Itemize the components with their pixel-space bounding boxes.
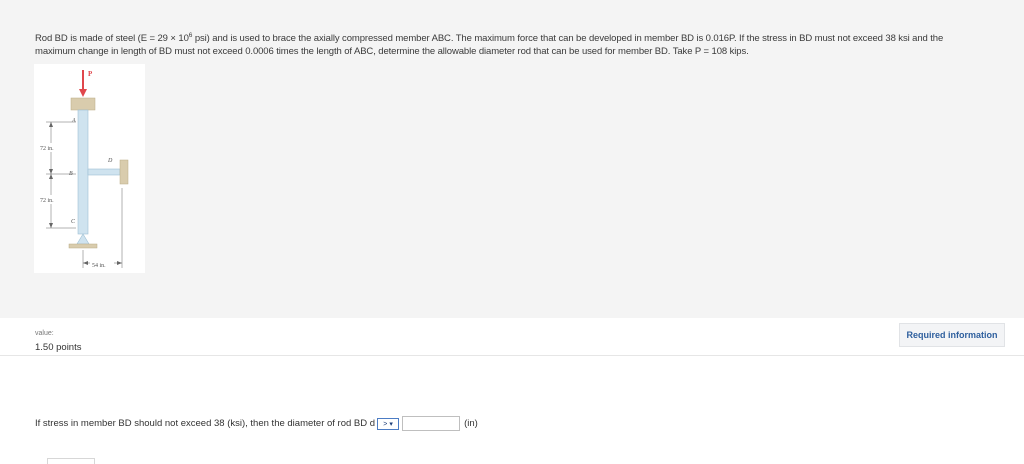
load-arrowhead [79,89,87,97]
structure-diagram: P A B C D 72 in. 72 in. 54 in. [38,70,129,269]
next-section-tab [47,458,95,464]
dim-arrow [117,261,122,265]
value-label: value: [35,330,54,337]
problem-line1-a: Rod BD is made of steel (E = 29 × 10 [35,33,189,44]
support-base [68,243,98,249]
problem-line2: maximum change in length of BD must not … [35,46,749,57]
label-p: P [88,70,93,78]
problem-line1-b: psi) and is used to brace the axially co… [192,33,944,44]
points-value: 1.50 points [35,342,82,353]
rod-bd [87,168,121,176]
dim-horizontal-label: 54 in. [92,263,106,269]
dim-arrow [49,169,53,174]
member-abc [77,109,89,235]
problem-figure: P A B C D 72 in. 72 in. 54 in. [34,64,145,273]
label-c: C [71,219,76,225]
dim-arrow [49,122,53,127]
dim-top-label: 72 in. [40,146,54,152]
wall-d [119,159,129,185]
unit-label: (in) [464,418,478,429]
pin-support [76,233,90,245]
dim-arrow [83,261,88,265]
dim-bottom-label: 72 in. [40,198,54,204]
question-row: If stress in member BD should not exceed… [35,416,478,431]
question-meta-bar [0,318,1024,356]
problem-panel: Rod BD is made of steel (E = 29 × 106 ps… [0,0,1024,318]
diameter-answer-input[interactable] [402,416,461,431]
required-information-button[interactable]: Required information [899,323,1005,347]
question-prompt: If stress in member BD should not exceed… [35,418,376,429]
label-a: A [71,118,76,124]
dim-arrow [49,223,53,228]
problem-statement: Rod BD is made of steel (E = 29 × 106 ps… [35,29,1005,58]
top-cap [70,97,96,111]
dim-arrow [49,174,53,179]
label-d: D [107,158,113,164]
comparison-selector[interactable]: > ▾ [377,417,400,430]
